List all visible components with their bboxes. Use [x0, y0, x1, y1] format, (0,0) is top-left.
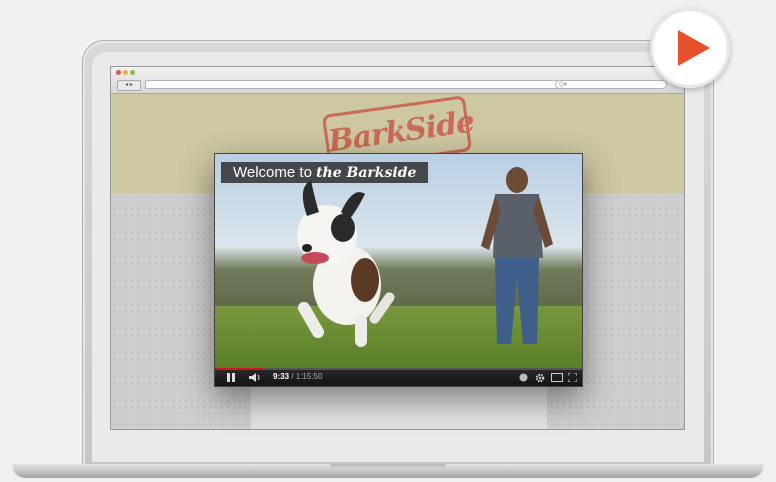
progress-bar[interactable] — [215, 368, 582, 370]
zoom-window-icon[interactable] — [130, 70, 135, 75]
laptop-opening-notch — [330, 464, 446, 469]
pause-icon[interactable] — [227, 373, 235, 382]
volume-icon[interactable] — [249, 373, 261, 382]
time-current: 9:33 — [273, 372, 290, 381]
video-title-prefix: Welcome to — [233, 164, 317, 181]
captions-icon[interactable] — [519, 373, 528, 382]
fullscreen-icon[interactable] — [568, 373, 577, 382]
minimize-window-icon[interactable] — [123, 70, 128, 75]
video-player[interactable]: Welcome to the Barkside 9:33 / 1:15:50 — [214, 153, 583, 387]
progress-fill — [215, 368, 263, 370]
close-window-icon[interactable] — [116, 70, 121, 75]
play-icon[interactable] — [650, 8, 730, 88]
theater-mode-icon[interactable] — [551, 373, 563, 382]
video-man-figure — [481, 167, 553, 344]
browser-toolbar: ◂ ▸ c Q▾ — [111, 67, 684, 94]
player-control-bar: 9:33 / 1:15:50 — [215, 368, 582, 386]
play-badge-button[interactable] — [650, 8, 730, 88]
gear-icon[interactable] — [535, 373, 545, 383]
video-dog-figure — [297, 180, 395, 347]
video-title-banner: Welcome to the Barkside — [221, 162, 429, 183]
video-frame[interactable]: Welcome to the Barkside — [215, 154, 582, 368]
address-bar[interactable]: c — [145, 80, 563, 89]
time-display: 9:33 / 1:15:50 — [273, 371, 322, 383]
time-total: / 1:15:50 — [291, 372, 323, 381]
video-title-script: the Barkside — [316, 165, 417, 181]
back-forward-buttons[interactable]: ◂ ▸ — [117, 80, 141, 91]
